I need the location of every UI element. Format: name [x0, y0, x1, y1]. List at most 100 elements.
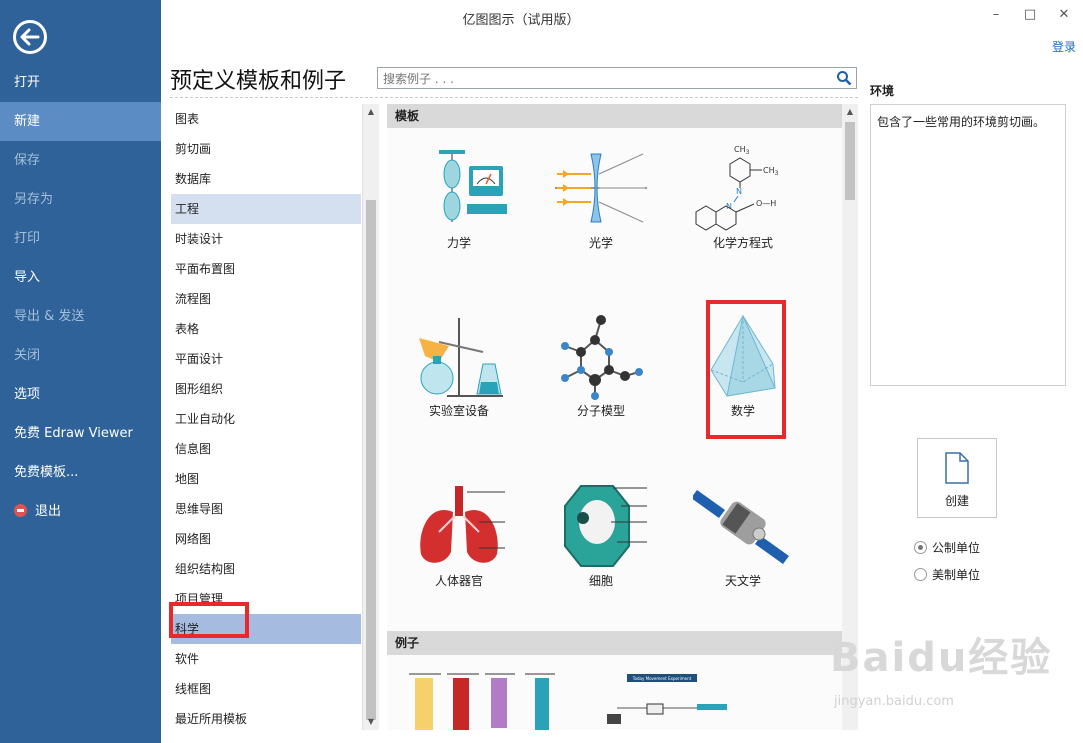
- optics-icon: [555, 153, 647, 223]
- category-item[interactable]: 平面设计: [171, 344, 361, 374]
- cell-icon: [564, 485, 647, 567]
- menu-export-send[interactable]: 导出 & 发送: [0, 297, 161, 336]
- category-item[interactable]: 图形组织: [171, 374, 361, 404]
- svg-text:CH3: CH3: [763, 166, 779, 177]
- category-item[interactable]: 表格: [171, 314, 361, 344]
- template-astronomy[interactable]: 天文学: [672, 482, 814, 589]
- category-item[interactable]: 最近所用模板: [171, 704, 361, 730]
- category-item[interactable]: 工业自动化: [171, 404, 361, 434]
- template-mechanics[interactable]: 力学: [388, 144, 530, 251]
- example-preview: Today Movement Experiment: [607, 674, 727, 724]
- category-item[interactable]: 图表: [171, 104, 361, 134]
- template-cell[interactable]: 细胞: [530, 482, 672, 589]
- satellite-icon: [693, 490, 789, 564]
- svg-text:N: N: [736, 187, 742, 196]
- baidu-watermark: Baidu经验: [830, 635, 1053, 681]
- back-arrow-icon[interactable]: [13, 20, 47, 54]
- close-button[interactable]: ✕: [1052, 4, 1076, 26]
- templates-header: 模板: [387, 104, 842, 128]
- search-input[interactable]: [381, 69, 825, 89]
- template-label: 分子模型: [576, 404, 625, 418]
- lungs-icon: [420, 486, 505, 563]
- category-item[interactable]: 软件: [171, 644, 361, 674]
- category-scrollbar[interactable]: ▲ ▼: [362, 104, 379, 730]
- template-optics[interactable]: 光学: [530, 144, 672, 251]
- scroll-thumb[interactable]: [366, 200, 376, 720]
- category-item[interactable]: 工程: [171, 194, 361, 224]
- template-chemical-equation[interactable]: CH3 CH3 N N O—H 化学方程式: [672, 144, 814, 251]
- molecule-icon: [561, 315, 643, 400]
- lab-flask-icon: [419, 318, 503, 397]
- template-label: 力学: [446, 236, 471, 250]
- template-molecular-model[interactable]: 分子模型: [530, 312, 672, 419]
- highlight-box-mathematics: [706, 300, 786, 439]
- menu-import[interactable]: 导入: [0, 258, 161, 297]
- minimize-button[interactable]: –: [984, 4, 1008, 26]
- svg-text:Today Movement Experiment: Today Movement Experiment: [632, 676, 692, 681]
- environment-title: 环境: [870, 84, 895, 98]
- category-item[interactable]: 剪切画: [171, 134, 361, 164]
- menu-close[interactable]: 关闭: [0, 336, 161, 375]
- new-document-icon: [945, 452, 969, 484]
- scroll-up-icon[interactable]: ▲: [363, 104, 379, 120]
- menu-save-as[interactable]: 另存为: [0, 180, 161, 219]
- page-title: 预定义模板和例子: [170, 69, 347, 94]
- window-title: 亿图图示（试用版）: [462, 13, 580, 28]
- environment-description: 包含了一些常用的环境剪切画。: [870, 104, 1066, 386]
- scroll-up-icon[interactable]: ▲: [842, 104, 858, 120]
- radio-selected-icon[interactable]: [914, 541, 927, 554]
- template-label: 人体器官: [434, 574, 483, 588]
- svg-text:CH3: CH3: [734, 145, 750, 156]
- scroll-thumb[interactable]: [845, 122, 855, 200]
- template-label: 实验室设备: [428, 404, 489, 418]
- menu-exit[interactable]: 退出: [0, 492, 161, 531]
- menu-open[interactable]: 打开: [0, 63, 161, 102]
- category-item[interactable]: 组织结构图: [171, 554, 361, 584]
- category-item[interactable]: 网络图: [171, 524, 361, 554]
- create-button[interactable]: 创建: [917, 438, 997, 518]
- login-link[interactable]: 登录: [1052, 38, 1076, 55]
- template-human-organs[interactable]: 人体器官: [388, 482, 530, 589]
- template-label: 化学方程式: [712, 236, 773, 250]
- create-label: 创建: [944, 494, 969, 508]
- us-units-label: 美制单位: [932, 568, 981, 582]
- backstage-sidebar: 打开 新建 保存 另存为 打印 导入 导出 & 发送 关闭 选项 免费 Edra…: [0, 0, 161, 743]
- chemical-structure-icon: CH3 CH3 N N O—H: [695, 145, 779, 231]
- menu-edraw-viewer[interactable]: 免费 Edraw Viewer: [0, 414, 161, 453]
- category-item[interactable]: 数据库: [171, 164, 361, 194]
- menu-free-templates[interactable]: 免费模板...: [0, 453, 161, 492]
- example-preview: [409, 673, 555, 730]
- category-item[interactable]: 平面布置图: [171, 254, 361, 284]
- category-item[interactable]: 线框图: [171, 674, 361, 704]
- menu-new[interactable]: 新建: [0, 102, 161, 141]
- menu-exit-label: 退出: [35, 504, 62, 519]
- template-label: 天文学: [724, 574, 761, 588]
- category-item[interactable]: 地图: [171, 464, 361, 494]
- maximize-button[interactable]: □: [1018, 4, 1042, 26]
- title-bar: 亿图图示（试用版） – □ ✕: [161, 0, 1083, 34]
- category-item[interactable]: 思维导图: [171, 494, 361, 524]
- example-thumbnail-mechanics[interactable]: [395, 664, 555, 730]
- example-thumbnail-experiment[interactable]: Today Movement Experiment: [587, 664, 747, 730]
- scroll-down-icon[interactable]: ▼: [363, 714, 379, 730]
- category-item[interactable]: 时装设计: [171, 224, 361, 254]
- menu-print[interactable]: 打印: [0, 219, 161, 258]
- us-units-option[interactable]: 美制单位: [914, 566, 980, 583]
- menu-save[interactable]: 保存: [0, 141, 161, 180]
- radio-icon[interactable]: [914, 568, 927, 581]
- watermark-url: jingyan.baidu.com: [834, 694, 954, 709]
- template-label: 光学: [588, 236, 613, 250]
- metric-units-label: 公制单位: [932, 541, 981, 555]
- template-lab-equipment[interactable]: 实验室设备: [388, 312, 530, 419]
- highlight-box-science: [169, 602, 249, 638]
- menu-options[interactable]: 选项: [0, 375, 161, 414]
- category-item[interactable]: 信息图: [171, 434, 361, 464]
- category-item[interactable]: 流程图: [171, 284, 361, 314]
- search-box[interactable]: [377, 67, 857, 89]
- header-divider: [170, 97, 858, 98]
- search-icon[interactable]: [836, 70, 852, 86]
- metric-units-option[interactable]: 公制单位: [914, 539, 980, 556]
- mechanics-icon: [439, 150, 507, 222]
- examples-header: 例子: [387, 631, 842, 655]
- template-label: 细胞: [588, 574, 613, 588]
